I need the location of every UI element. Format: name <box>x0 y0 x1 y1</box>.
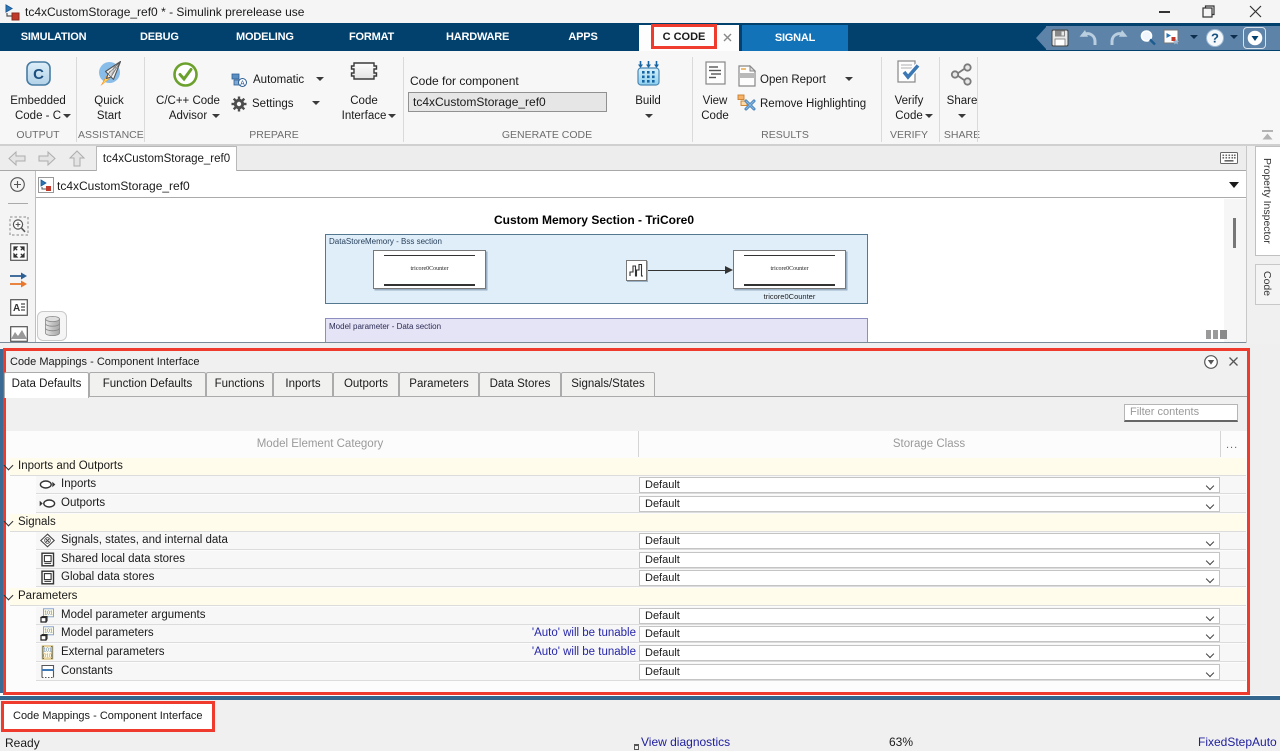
svg-text:101: 101 <box>44 610 53 616</box>
svg-text:?: ? <box>1211 31 1219 46</box>
svg-text:101: 101 <box>43 647 52 653</box>
svg-text:A: A <box>13 303 20 314</box>
svg-text:A: A <box>240 80 245 87</box>
svg-text:C: C <box>33 66 44 83</box>
svg-text:010: 010 <box>43 654 52 660</box>
svg-text:101: 101 <box>44 629 53 635</box>
